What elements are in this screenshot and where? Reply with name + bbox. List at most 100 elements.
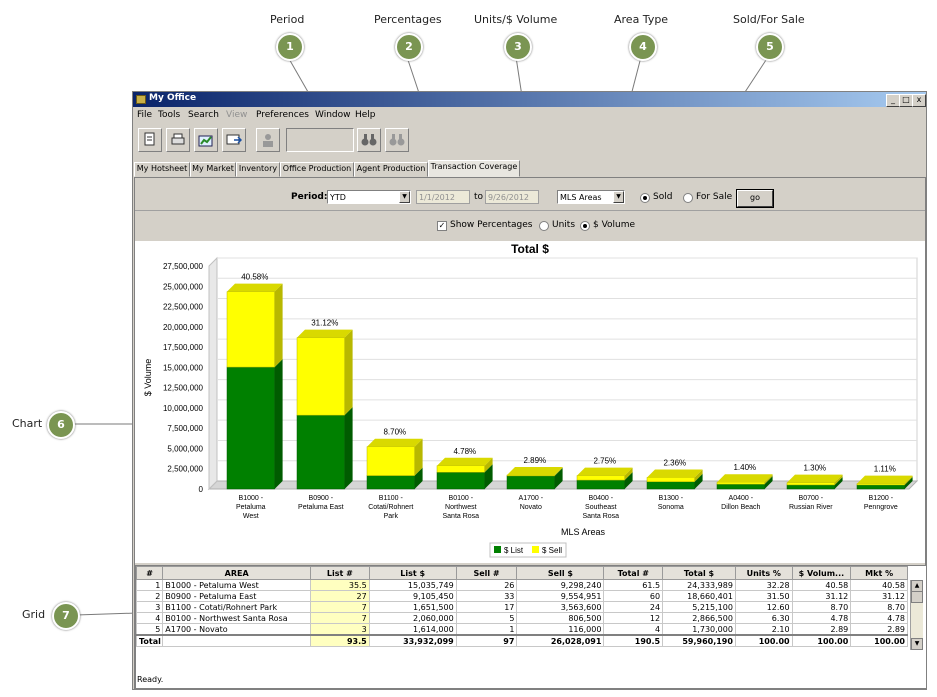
menu-preferences[interactable]: Preferences — [256, 110, 309, 120]
x-tick-label: B1100 - — [379, 495, 404, 502]
menu-search[interactable]: Search — [188, 110, 219, 120]
callout-label-area-type: Area Type — [614, 13, 669, 26]
bar-top — [367, 438, 423, 447]
chevron-down-icon[interactable]: ▼ — [613, 191, 624, 203]
table-cell: 1 — [135, 579, 164, 591]
table-cell: 9,105,450 — [368, 590, 457, 602]
chevron-down-icon[interactable]: ▼ — [399, 191, 410, 203]
toolbar-search-box[interactable] — [286, 128, 354, 152]
maximize-button[interactable]: □ — [899, 94, 913, 107]
table-row[interactable]: 5 A1700 - Novato 3 1,614,000 1 116,000 4 1,730,… — [135, 623, 908, 636]
callout-badge-5: 5 — [756, 33, 784, 61]
total-cell: 100.00 — [791, 634, 852, 647]
callout-badge-6: 6 — [47, 411, 75, 439]
table-cell: 31.12 — [850, 590, 908, 602]
tab-office-production[interactable]: Office Production — [280, 162, 354, 177]
table-cell: 5 — [455, 612, 518, 624]
column-header[interactable]: Sell $ — [516, 566, 605, 580]
find-button[interactable] — [357, 128, 381, 152]
volume-radio[interactable] — [580, 221, 590, 231]
tab-inventory[interactable]: Inventory — [236, 162, 280, 177]
column-header[interactable]: AREA — [162, 566, 312, 580]
date-to-input[interactable]: 9/26/2012 — [485, 190, 539, 204]
table-row[interactable]: 4 B0100 - Northwest Santa Rosa 7 2,060,000 5… — [135, 612, 908, 624]
tab-my-hotsheet[interactable]: My Hotsheet — [134, 162, 190, 177]
column-header[interactable]: Units % — [734, 566, 793, 580]
print-button[interactable] — [166, 128, 190, 152]
column-header[interactable]: Sell # — [455, 566, 518, 580]
close-button[interactable]: x — [912, 94, 926, 107]
column-header[interactable]: # — [135, 566, 164, 580]
tab-agent-production[interactable]: Agent Production — [354, 162, 428, 177]
table-row[interactable]: 3 B1100 - Cotati/Rohnert Park 7 1,651,500 17… — [135, 601, 908, 613]
column-header[interactable]: Total $ — [662, 566, 736, 580]
period-label: Period: — [291, 192, 328, 202]
menu-view[interactable]: View — [226, 110, 247, 120]
total-cell: Total — [135, 634, 164, 647]
find-next-button[interactable] — [385, 128, 409, 152]
x-tick-label: B0400 - — [589, 495, 614, 502]
tab-my-market[interactable]: My Market — [190, 162, 236, 177]
table-row[interactable]: 2 B0900 - Petaluma East 27 9,105,450 33 9,554… — [135, 590, 908, 602]
column-header[interactable]: Total # — [603, 566, 664, 580]
export-chart-button[interactable] — [194, 128, 218, 152]
bar-list — [856, 484, 905, 490]
bar-list — [366, 475, 415, 490]
show-percentages-checkbox[interactable]: ✓ — [437, 221, 447, 231]
date-from-input[interactable]: 1/1/2012 — [416, 190, 470, 204]
grid-scrollbar[interactable]: ▲ ▼ — [910, 580, 923, 650]
x-tick-label: Penngrove — [864, 504, 898, 511]
table-cell: 40.58 — [791, 579, 852, 591]
print-preview-button[interactable] — [138, 128, 162, 152]
minimize-button[interactable]: _ — [886, 94, 900, 107]
column-header[interactable]: List $ — [368, 566, 457, 580]
export-button[interactable] — [222, 128, 246, 152]
column-header[interactable]: Mkt % — [850, 566, 908, 580]
bar-top — [507, 466, 563, 475]
table-cell: 35.5 — [310, 579, 370, 591]
data-grid: # AREA List # List $ Sell # Sell $ Total # Tota… — [135, 565, 927, 689]
menu-tools[interactable]: Tools — [158, 110, 180, 120]
column-header[interactable]: List # — [310, 566, 370, 580]
go-button[interactable]: go — [736, 189, 774, 208]
menu-help[interactable]: Help — [355, 110, 376, 120]
units-radio[interactable] — [539, 221, 549, 231]
period-select[interactable]: YTD ▼ — [327, 190, 411, 204]
y-tick-label: 25,000,000 — [163, 282, 204, 291]
table-cell: 3 — [135, 601, 164, 613]
menu-window[interactable]: Window — [315, 110, 351, 120]
bar-list — [716, 483, 765, 490]
tab-transaction-coverage[interactable]: Transaction Coverage — [428, 160, 520, 177]
x-axis-label: MLS Areas — [561, 527, 606, 537]
filter-bar: Period: YTD ▼ 1/1/2012 to 9/26/2012 MLS … — [135, 178, 925, 211]
x-tick-label: B0900 - — [309, 495, 334, 502]
table-cell: 4.78 — [850, 612, 908, 624]
for-sale-radio[interactable] — [683, 193, 693, 203]
table-cell: 9,298,240 — [516, 579, 605, 591]
x-tick-label: B1200 - — [869, 495, 894, 502]
menu-bar: File Tools Search View Preferences Windo… — [133, 108, 926, 122]
table-cell: A1700 - Novato — [162, 623, 312, 636]
scroll-thumb[interactable] — [911, 591, 923, 603]
title-bar[interactable]: My Office _ □ x — [133, 92, 926, 107]
sold-radio[interactable] — [640, 193, 650, 203]
x-tick-label: Novato — [520, 504, 542, 511]
table-row[interactable]: 1 B1000 - Petaluma West 35.5 15,035,749 26 9,… — [135, 579, 908, 591]
y-tick-label: 7,500,000 — [167, 424, 203, 433]
scroll-down-arrow-icon[interactable]: ▼ — [911, 638, 923, 650]
column-header[interactable]: $ Volum... — [791, 566, 852, 580]
bar-value-label: 1.30% — [803, 464, 826, 473]
to-label: to — [474, 192, 484, 202]
bar-value-label: 40.58% — [241, 273, 268, 282]
agent-button[interactable] — [256, 128, 280, 152]
table-cell: 24,333,989 — [662, 579, 736, 591]
x-tick-label: Southeast — [585, 504, 617, 511]
menu-file[interactable]: File — [137, 110, 152, 120]
bar-value-label: 2.75% — [593, 457, 616, 466]
bar-side — [344, 329, 353, 416]
bar-list — [646, 481, 695, 490]
table-cell: 1 — [455, 623, 518, 636]
x-tick-label: B0100 - — [449, 495, 474, 502]
bar-sell — [506, 474, 555, 477]
area-type-select[interactable]: MLS Areas ▼ — [557, 190, 625, 204]
